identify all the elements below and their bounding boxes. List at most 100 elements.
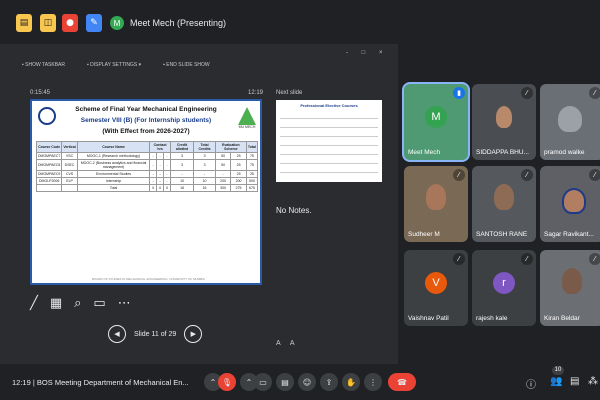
scheme-cell: - (156, 177, 165, 185)
slide-footer: BOARD OF STUDIES IN MECHANICAL ENGINEERI… (92, 277, 206, 281)
end-slide-show-button[interactable]: END SLIDE SHOW (163, 62, 209, 68)
participant-video (558, 106, 582, 132)
mic-off-icon: ⁄ (589, 253, 600, 265)
scheme-table: Course Code Vertical Course Name Contact… (35, 141, 259, 192)
scheme-row: DMGMPAEC7 VSC MOOC-1 (Research methodology… (35, 152, 259, 160)
slide-title-3: (With Effect from 2026-2027) (102, 128, 190, 135)
mic-off-icon: ⁄ (521, 169, 533, 181)
activities-icon[interactable]: ⁂ (588, 376, 598, 387)
scheme-cell: 200 (214, 177, 232, 185)
header-cell: Vertical (61, 141, 78, 153)
scheme-cell: 50 (214, 152, 232, 160)
notes-font-controls[interactable]: A A (276, 340, 299, 347)
pages-icon[interactable]: ▤ (16, 14, 32, 32)
scheme-cell: 0 (156, 184, 165, 192)
scheme-cell: Total (76, 184, 151, 192)
participant-count-badge: 10 (552, 366, 564, 375)
participant-name: Kiran Beldar (544, 315, 580, 322)
participant-avatar: M (425, 106, 447, 128)
scheme-cell: 25 (245, 170, 259, 178)
scheme-cell (61, 184, 78, 192)
slide-title-1: Scheme of Final Year Mechanical Engineer… (75, 106, 217, 113)
participant-tile[interactable]: ⁄ Sudheer M (404, 166, 468, 242)
raise-hand-button[interactable]: ✋ (342, 373, 360, 391)
more-options-icon[interactable]: ⋯ (118, 296, 131, 311)
leave-call-button[interactable]: ☎ (388, 373, 416, 391)
scheme-cell: 3 (169, 159, 195, 171)
next-slide-table (280, 110, 378, 180)
scheme-cell: 75 (245, 159, 259, 171)
presenter-label: Meet Mech (Presenting) (130, 18, 227, 28)
scheme-cell: 200 (230, 177, 247, 185)
scheme-cell: 50 (214, 159, 232, 171)
participant-tile[interactable]: ⁄ SANTOSH RANE (472, 166, 536, 242)
participant-tile[interactable]: r ⁄ rajesh kale (472, 250, 536, 326)
people-icon[interactable]: 👥 (550, 376, 562, 387)
scheme-cell: DMGMPAEC7 (35, 152, 63, 160)
scheme-cell: 500 (245, 177, 259, 185)
chat-icon[interactable]: ▤ (570, 376, 579, 387)
annotation-tools: ╱ ▦ ⌕ ▭ ⋯ (30, 296, 131, 311)
captions-button[interactable]: ▤ (276, 373, 294, 391)
scheme-cell: 10 (169, 177, 195, 185)
scheme-header-row: Course Code Vertical Course Name Contact… (35, 141, 259, 153)
scheme-cell: 16 (193, 184, 216, 192)
record-icon[interactable]: ● (62, 14, 78, 32)
slide-title-2: Semester VIII (B) (For Internship studen… (80, 117, 212, 124)
presenter-clock: 12:19 (248, 90, 264, 96)
zoom-icon[interactable]: ⌕ (74, 296, 81, 311)
participant-tile[interactable]: ⁄ SIDDAPPA BHU... (472, 84, 536, 160)
participant-avatar: r (493, 272, 515, 294)
scheme-cell: - (149, 159, 158, 171)
current-slide: MU MECH Scheme of Final Year Mechanical … (30, 99, 262, 285)
participant-tile[interactable]: ⁄ Sagar Ravikant... (540, 166, 600, 242)
scheme-cell: Internship (76, 177, 151, 185)
meeting-title: BOS Meeting Department of Mechanical En.… (36, 378, 189, 387)
speaking-indicator-icon: ▮ (453, 87, 465, 99)
pen-icon[interactable]: ╱ (30, 296, 38, 311)
scheme-cell: - (163, 170, 171, 178)
participant-tile[interactable]: ⁄ Kiran Beldar (540, 250, 600, 326)
more-options-button[interactable]: ⋮ (364, 373, 382, 391)
next-slide-thumbnail[interactable]: Professional Elective Courses (276, 100, 382, 182)
slides-grid-icon[interactable]: ▦ (50, 296, 62, 311)
screen-icon[interactable]: ▭ (93, 296, 105, 311)
meeting-time: 12:19 (12, 378, 31, 387)
scheme-cell: 0 (163, 184, 171, 192)
mic-off-button[interactable]: 🎙 (218, 373, 236, 391)
participant-name: Sudheer M (408, 231, 440, 238)
window-controls[interactable]: - □ × (346, 50, 388, 56)
participant-name: SIDDAPPA BHU... (476, 149, 529, 156)
present-button[interactable]: ⇪ (320, 373, 338, 391)
camera-button[interactable]: ▭ (254, 373, 272, 391)
scheme-cell: - (193, 170, 216, 178)
meeting-details-icon[interactable]: ⓘ (526, 376, 536, 391)
edit-icon[interactable]: ✎ (86, 14, 102, 32)
scheme-row: Total 0 0 0 16 16 300 275 675 (35, 184, 259, 192)
header-cell: Contact hrs (149, 141, 171, 153)
emoji-button[interactable]: ☺ (298, 373, 316, 391)
scheme-cell: Environmental Studies (76, 170, 151, 178)
scheme-cell: 25 (230, 159, 247, 171)
scheme-cell: MOOC-2 (Business analytics and financial… (76, 159, 151, 171)
slides-icon[interactable]: ◫ (40, 14, 56, 32)
presenter-chip[interactable]: M Meet Mech (Presenting) (110, 14, 226, 32)
show-taskbar-button[interactable]: SHOW TASKBAR (22, 62, 65, 68)
scheme-cell: DMGMPAEC8 (35, 159, 63, 171)
participant-name: Meet Mech (408, 149, 441, 156)
participant-tile[interactable]: ⁄ pramod walke (540, 84, 600, 160)
scheme-cell: - (156, 170, 165, 178)
mic-off-icon: ⁄ (521, 253, 533, 265)
presenter-toolbar: SHOW TASKBAR DISPLAY SETTINGS ▾ END SLID… (22, 62, 209, 68)
next-slide-button[interactable]: ▶ (184, 325, 203, 343)
slide-timer: 0:15:45 (30, 90, 51, 96)
scheme-cell: - (169, 170, 195, 178)
next-slide-title: Professional Elective Courses (300, 103, 358, 108)
previous-slide-button[interactable]: ◀ (108, 325, 126, 343)
scheme-row: DMGMPAEC9 CVS Environmental Studies - - - - - -2… (35, 170, 259, 178)
participant-tile[interactable]: M ▮ Meet Mech (404, 84, 468, 160)
scheme-cell: - (149, 177, 158, 185)
participant-tile[interactable]: V ⁄ Vaishnav Patil (404, 250, 468, 326)
meeting-info: 12:19 | BOS Meeting Department of Mechan… (12, 378, 189, 387)
display-settings-button[interactable]: DISPLAY SETTINGS ▾ (87, 62, 141, 68)
